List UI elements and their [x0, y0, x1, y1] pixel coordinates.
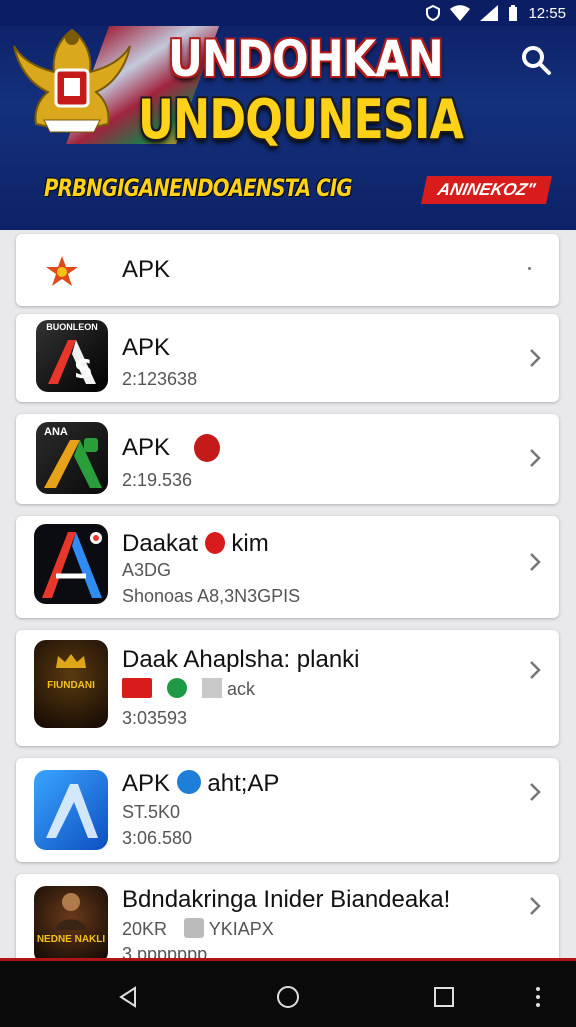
app-icon-label: BUONLEON: [46, 322, 98, 332]
chevron-right-icon: [530, 783, 541, 801]
a-letter-icon: [42, 532, 102, 598]
app-icon: FIUNDANI: [34, 640, 108, 728]
crown-icon: [56, 654, 86, 668]
list-item[interactable]: NEDNE NAKLI Bdndakringa Inider Biandeaka…: [16, 874, 559, 970]
app-name-suffix: aht;AP: [207, 770, 280, 797]
app-meta-secondary: Shonoas A8,3N3GPIS: [122, 586, 301, 606]
overflow-menu-button[interactable]: [520, 979, 556, 1015]
flower-icon: [176, 770, 201, 794]
app-meta-secondary: 3:03593: [122, 708, 188, 728]
app-meta-suffix: YKIAPX: [208, 919, 274, 939]
list-item[interactable]: ANA APK 2:19.536: [16, 414, 559, 504]
back-triangle-icon: [119, 986, 136, 1008]
app-meta-suffix: ack: [227, 679, 256, 699]
list-item[interactable]: BUONLEON S APK 2:123638: [16, 314, 559, 402]
app-meta: A3DG: [122, 560, 172, 580]
list-item[interactable]: Daakat kim A3DG Shonoas A8,3N3GPIS: [16, 516, 559, 618]
navigation-bar: [0, 958, 576, 1027]
star-emblem-icon: [46, 256, 78, 286]
header-title-line1: UNDOHKAN: [168, 30, 444, 88]
header-banner: UNDOHKAN UNDQUNESIA PRBNGIGANENDOAENSTA …: [0, 0, 576, 230]
app-meta: 2:123638: [122, 369, 198, 389]
header-subtitle: PRBNGIGANENDOAENSTA CIG: [44, 174, 353, 202]
pin-icon: [204, 532, 225, 554]
signal-icon: [480, 5, 499, 21]
app-name: Daak Ahaplsha: planki: [122, 646, 360, 673]
search-icon: [522, 46, 551, 75]
shield-icon: [426, 5, 441, 21]
app-name-suffix: kim: [231, 530, 269, 557]
chevron-right-icon: [530, 661, 541, 679]
person-icon: [56, 893, 86, 930]
chevron-right-icon: [530, 897, 541, 915]
app-name: APK aht;AP: [122, 770, 279, 798]
recents-button[interactable]: [426, 979, 462, 1015]
app-icon-label: NEDNE NAKLI: [36, 934, 106, 945]
card-title: APK: [122, 256, 171, 283]
chevron-right-icon: [530, 553, 541, 571]
recents-square-icon: [434, 987, 454, 1007]
more-dot-icon[interactable]: [528, 267, 531, 270]
home-circle-icon: [277, 986, 299, 1008]
svg-text:S: S: [74, 355, 93, 385]
warning-icon: [122, 678, 152, 698]
app-icon: [34, 770, 108, 850]
a-letter-icon: S: [48, 340, 96, 385]
garuda-emblem-icon: [13, 28, 131, 134]
chevron-right-icon: [530, 349, 541, 367]
a-outline-icon: [202, 678, 223, 698]
app-meta: ST.5K0: [122, 802, 181, 822]
wifi-icon: [450, 5, 471, 21]
header-tag: ANINEKOZ": [421, 176, 552, 204]
app-icon-label: FIUNDANI: [47, 680, 95, 691]
a-letter-icon: [44, 438, 102, 488]
android-icon: [167, 678, 188, 698]
battery-icon: [509, 5, 518, 21]
jar-icon: [184, 918, 205, 938]
app-meta: ack: [122, 678, 255, 700]
status-time: 12:55: [528, 4, 566, 22]
app-name: Bdndakringa Inider Biandeaka!: [122, 886, 451, 913]
back-button[interactable]: [110, 979, 146, 1015]
app-icon: BUONLEON S: [36, 320, 108, 392]
app-name: APK: [122, 434, 171, 461]
list-item[interactable]: FIUNDANI Daak Ahaplsha: planki ack 3:035…: [16, 630, 559, 746]
app-meta-secondary: 3:06.580: [122, 828, 193, 848]
app-icon: [34, 524, 108, 604]
app-icon: NEDNE NAKLI: [34, 886, 108, 964]
a-letter-icon: [46, 784, 98, 838]
more-vertical-icon: [536, 987, 540, 1007]
badge-icon: [194, 434, 220, 462]
chevron-right-icon: [530, 449, 541, 467]
app-icon: ANA: [36, 422, 108, 494]
home-button[interactable]: [270, 979, 306, 1015]
app-meta-text: 20KR: [122, 919, 168, 939]
app-name: Daakat kim: [122, 530, 269, 558]
search-button[interactable]: [514, 38, 558, 82]
list-header-card[interactable]: APK: [16, 234, 559, 306]
list-item[interactable]: APK aht;AP ST.5K0 3:06.580: [16, 758, 559, 862]
header-title-line2: UNDQUNESIA: [138, 88, 464, 151]
app-meta: 2:19.536: [122, 470, 193, 490]
app-name-text: Daakat: [122, 530, 199, 557]
status-bar: 12:55: [0, 0, 576, 26]
app-meta: 20KR YKIAPX: [122, 918, 274, 940]
app-name-text: APK: [122, 770, 171, 797]
app-name: APK: [122, 334, 171, 361]
